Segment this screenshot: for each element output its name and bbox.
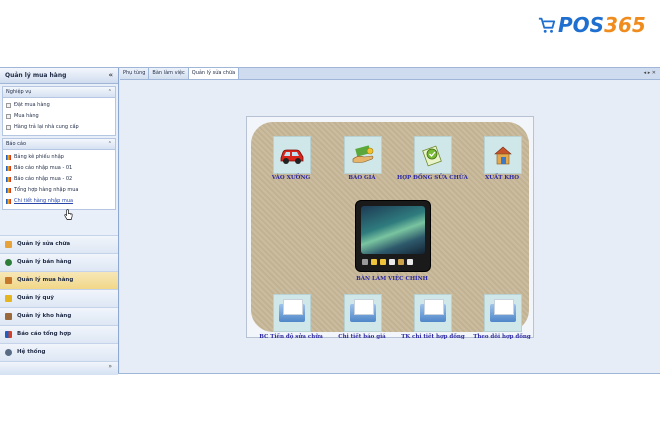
logo-text-365: 365 bbox=[604, 13, 646, 37]
money-hand-icon bbox=[352, 145, 374, 163]
report-chart-icon bbox=[6, 177, 11, 182]
chart-icon bbox=[5, 331, 12, 338]
nav-footer: » bbox=[0, 361, 118, 375]
repair-progress-report-label: BC Tiến độ sửa chữa bbox=[259, 334, 323, 340]
nav-system[interactable]: Hệ thống bbox=[0, 343, 118, 361]
contract-detail-stats-label: TK chi tiết hợp đồng bbox=[401, 334, 465, 340]
document-edit-icon bbox=[6, 103, 11, 108]
expand-nav-icon[interactable]: » bbox=[108, 363, 112, 370]
workshop-entry-label: VÀO XƯỞNG bbox=[271, 175, 311, 181]
car-icon bbox=[280, 149, 304, 164]
report-chart-icon bbox=[6, 199, 11, 204]
document-edit-icon bbox=[6, 114, 11, 119]
contract-tracking-label: Theo dõi hợp đồng bbox=[473, 334, 531, 340]
document-edit-icon bbox=[6, 125, 11, 130]
sidebar-item-purchase[interactable]: Mua hàng bbox=[3, 111, 115, 122]
paper-icon bbox=[354, 299, 374, 315]
group-title-reports[interactable]: Báo cáo ⌃ bbox=[2, 138, 116, 150]
aurora-wallpaper bbox=[361, 206, 425, 254]
warehouse-icon bbox=[5, 313, 12, 320]
sidebar-title: Quản lý mua hàng bbox=[5, 72, 67, 79]
repair-contract-button[interactable] bbox=[414, 136, 452, 174]
export-warehouse-label: XUẤT KHO bbox=[484, 175, 520, 181]
dock-icons bbox=[362, 257, 424, 266]
sidebar-item-import-list[interactable]: Bảng kê phiếu nhập bbox=[3, 152, 115, 163]
tab-bar: Phụ tùng Bàn làm việc Quản lý sửa chữa ◂… bbox=[120, 68, 660, 80]
repair-contract-label: HỢP ĐỒNG SỬA CHỮA bbox=[397, 175, 468, 181]
hand-cursor-icon bbox=[64, 209, 73, 220]
tab-controls[interactable]: ◂ ▸ ✕ bbox=[640, 68, 660, 79]
sidebar-item-supplier-return[interactable]: Hàng trả lại nhà cung cấp bbox=[3, 122, 115, 133]
collapse-sidebar-icon[interactable]: « bbox=[108, 68, 113, 83]
sidebar: Quản lý mua hàng « Nghiệp vụ ⌃ Đặt mua h… bbox=[0, 68, 119, 375]
group-title-operations[interactable]: Nghiệp vụ ⌃ bbox=[2, 86, 116, 98]
pos365-logo: POS365 bbox=[538, 12, 646, 38]
contract-icon bbox=[422, 145, 442, 167]
group-reports: Bảng kê phiếu nhập Báo cáo nhập mua - 01… bbox=[2, 150, 116, 210]
dashboard-board: VÀO XƯỞNG BÁO GIÁ HỢP ĐỒNG SỬA CHỮA XUẤT… bbox=[251, 122, 531, 340]
quotation-button[interactable] bbox=[344, 136, 382, 174]
shopping-cart-icon bbox=[538, 17, 556, 33]
export-warehouse-button[interactable] bbox=[484, 136, 522, 174]
house-box-icon bbox=[494, 146, 512, 165]
workspace: VÀO XƯỞNG BÁO GIÁ HỢP ĐỒNG SỬA CHỮA XUẤT… bbox=[120, 80, 660, 373]
quotation-detail-label: Chi tiết báo giá bbox=[338, 334, 386, 340]
main-workdesk-button[interactable] bbox=[355, 200, 431, 272]
contract-detail-stats-button[interactable] bbox=[414, 294, 452, 332]
tab-workdesk[interactable]: Bàn làm việc bbox=[149, 68, 189, 79]
app-window: Quản lý mua hàng « Nghiệp vụ ⌃ Đặt mua h… bbox=[0, 67, 660, 375]
sidebar-item-report-01[interactable]: Báo cáo nhập mua - 01 bbox=[3, 163, 115, 174]
workshop-entry-button[interactable] bbox=[273, 136, 311, 174]
report-chart-icon bbox=[6, 155, 11, 160]
wrench-icon bbox=[5, 241, 12, 248]
sidebar-item-summary[interactable]: Tổng hợp hàng nhập mua bbox=[3, 185, 115, 196]
tab-repair-management[interactable]: Quản lý sửa chữa bbox=[188, 68, 240, 79]
nav-warehouse-management[interactable]: Quản lý kho hàng bbox=[0, 307, 118, 325]
sales-icon bbox=[5, 259, 12, 266]
module-nav: Quản lý sửa chữa Quản lý bán hàng Quản l… bbox=[0, 235, 118, 375]
nav-fund-management[interactable]: Quản lý quỹ bbox=[0, 289, 118, 307]
paper-icon bbox=[424, 299, 444, 315]
nav-summary-report[interactable]: Báo cáo tổng hợp bbox=[0, 325, 118, 343]
main-content: Phụ tùng Bàn làm việc Quản lý sửa chữa ◂… bbox=[120, 68, 660, 373]
tab-parts[interactable]: Phụ tùng bbox=[120, 68, 150, 79]
coin-icon bbox=[5, 295, 12, 302]
repair-progress-report-button[interactable] bbox=[273, 294, 311, 332]
report-chart-icon bbox=[6, 188, 11, 193]
paper-icon bbox=[283, 299, 303, 315]
collapse-group-icon[interactable]: ⌃ bbox=[108, 87, 112, 97]
quotation-detail-button[interactable] bbox=[344, 294, 382, 332]
cart-icon bbox=[5, 277, 12, 284]
sidebar-item-detail[interactable]: Chi tiết hàng nhập mua bbox=[3, 196, 115, 207]
paper-icon bbox=[494, 299, 514, 315]
gear-icon bbox=[5, 349, 12, 356]
nav-repair-management[interactable]: Quản lý sửa chữa bbox=[0, 235, 118, 253]
sidebar-header: Quản lý mua hàng « bbox=[0, 68, 118, 84]
logo-text-pos: POS bbox=[558, 13, 605, 37]
report-chart-icon bbox=[6, 166, 11, 171]
nav-purchase-management[interactable]: Quản lý mua hàng bbox=[0, 271, 118, 289]
quotation-label: BÁO GIÁ bbox=[348, 175, 376, 181]
sidebar-item-purchase-order[interactable]: Đặt mua hàng bbox=[3, 100, 115, 111]
collapse-group-icon[interactable]: ⌃ bbox=[108, 139, 112, 149]
group-operations: Đặt mua hàng Mua hàng Hàng trả lại nhà c… bbox=[2, 98, 116, 136]
sidebar-item-report-02[interactable]: Báo cáo nhập mua - 02 bbox=[3, 174, 115, 185]
contract-tracking-button[interactable] bbox=[484, 294, 522, 332]
dashboard-panel: VÀO XƯỞNG BÁO GIÁ HỢP ĐỒNG SỬA CHỮA XUẤT… bbox=[246, 116, 534, 340]
main-workdesk-label: BÀN LÀM VIỆC CHÍNH bbox=[356, 276, 428, 282]
nav-sales-management[interactable]: Quản lý bán hàng bbox=[0, 253, 118, 271]
